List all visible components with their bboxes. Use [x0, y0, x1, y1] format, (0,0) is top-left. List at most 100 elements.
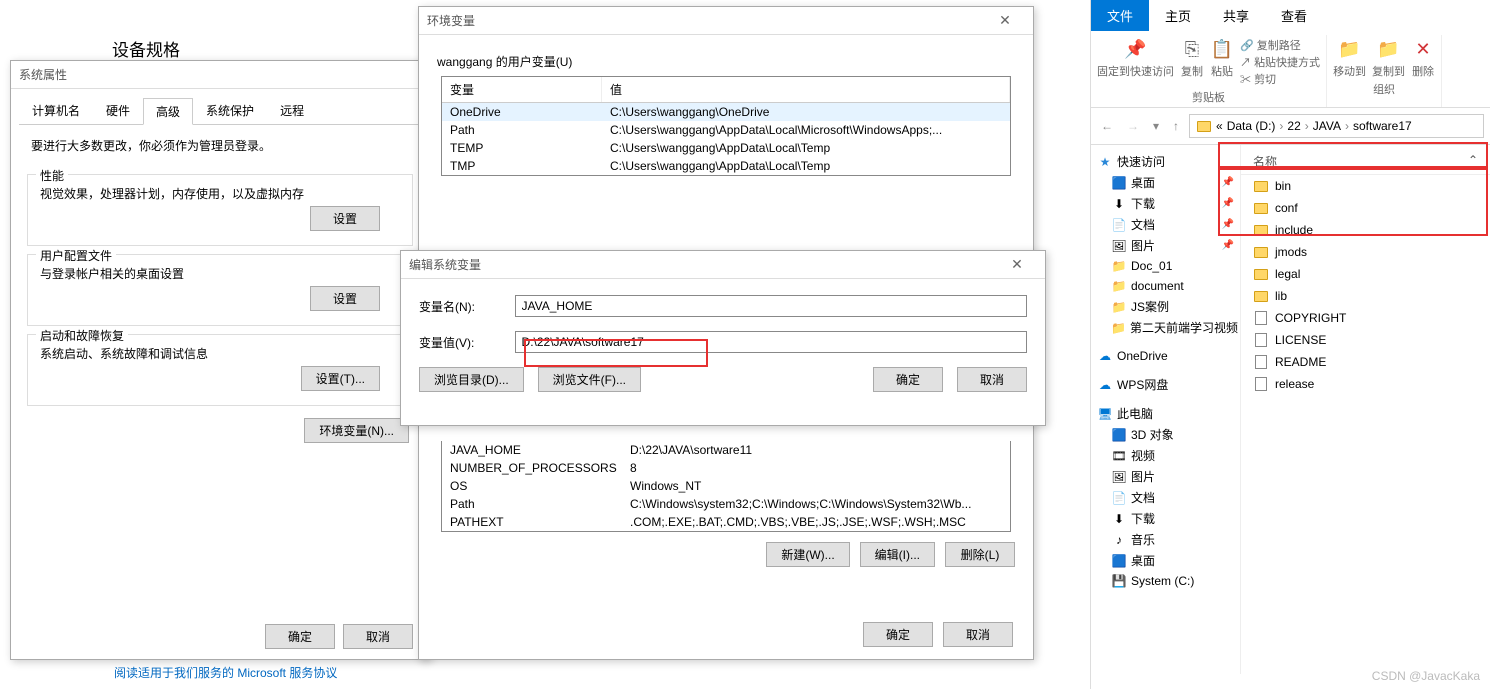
list-item[interactable]: conf	[1241, 197, 1490, 219]
var-name-input[interactable]	[515, 295, 1027, 317]
tree-item[interactable]: ⬇下载	[1093, 508, 1238, 529]
bc-java[interactable]: JAVA	[1313, 119, 1341, 133]
startup-settings-button[interactable]: 设置(T)...	[301, 366, 380, 391]
browse-file-button[interactable]: 浏览文件(F)...	[538, 367, 641, 392]
copy-path-button[interactable]: 🔗 复制路径	[1240, 37, 1320, 53]
move-to-button[interactable]: 📁移动到	[1333, 37, 1366, 79]
bc-22[interactable]: 22	[1287, 119, 1300, 133]
edit-cancel-button[interactable]: 取消	[957, 367, 1027, 392]
tree-item[interactable]: 🖼图片	[1093, 466, 1238, 487]
list-item[interactable]: README	[1241, 351, 1490, 373]
tree-item[interactable]: 📁JS案例	[1093, 296, 1238, 317]
edit-ok-button[interactable]: 确定	[873, 367, 943, 392]
table-row[interactable]: TEMPC:\Users\wanggang\AppData\Local\Temp	[442, 139, 1010, 157]
list-item[interactable]: COPYRIGHT	[1241, 307, 1490, 329]
sysprops-ok-button[interactable]: 确定	[265, 624, 335, 649]
table-row[interactable]: TMPC:\Users\wanggang\AppData\Local\Temp	[442, 157, 1010, 175]
perf-title: 性能	[36, 167, 68, 184]
tree-item[interactable]: 🖼图片📌	[1093, 235, 1238, 256]
list-item[interactable]: release	[1241, 373, 1490, 395]
table-row[interactable]: NUMBER_OF_PROCESSORS8	[442, 459, 1010, 477]
tab-remote[interactable]: 远程	[267, 97, 317, 124]
list-item[interactable]: lib	[1241, 285, 1490, 307]
paste-shortcut-button[interactable]: ↗ 粘贴快捷方式	[1240, 54, 1320, 70]
tree-item[interactable]: 📁document	[1093, 276, 1238, 296]
sysprops-cancel-button[interactable]: 取消	[343, 624, 413, 649]
copy-button[interactable]: ⎘复制	[1180, 37, 1204, 79]
tree-item[interactable]: ♪音乐	[1093, 529, 1238, 550]
onedrive-node[interactable]: ☁OneDrive	[1093, 346, 1238, 366]
system-vars-table[interactable]: JAVA_HOMED:\22\JAVA\sortware11NUMBER_OF_…	[441, 441, 1011, 532]
file-list[interactable]: 名称⌃ binconfincludejmodslegallibCOPYRIGHT…	[1241, 145, 1490, 674]
col-val[interactable]: 值	[602, 77, 1010, 102]
tab-view[interactable]: 查看	[1265, 0, 1323, 31]
list-item[interactable]: include	[1241, 219, 1490, 241]
tree-item[interactable]: ⬇下载📌	[1093, 193, 1238, 214]
user-vars-table[interactable]: 变量 值 OneDriveC:\Users\wanggang\OneDriveP…	[441, 76, 1011, 176]
pin-icon: 📌	[1124, 37, 1148, 61]
profile-settings-button[interactable]: 设置	[310, 286, 380, 311]
wps-node[interactable]: ☁WPS网盘	[1093, 374, 1238, 395]
history-dropdown[interactable]: ▾	[1149, 117, 1163, 135]
tree-item[interactable]: 📁Doc_01	[1093, 256, 1238, 276]
quick-access-node[interactable]: ★快速访问	[1093, 151, 1238, 172]
sysprops-title: 系统属性	[19, 66, 421, 83]
breadcrumb[interactable]: « Data (D:)› 22› JAVA› software17	[1189, 114, 1484, 138]
tab-file[interactable]: 文件	[1091, 0, 1149, 31]
close-icon[interactable]: ✕	[997, 256, 1037, 273]
tree-item[interactable]: 📄文档📌	[1093, 214, 1238, 235]
bc-software17[interactable]: software17	[1353, 119, 1412, 133]
tree-item[interactable]: 📁第二天前端学习视频	[1093, 317, 1238, 338]
tab-computer-name[interactable]: 计算机名	[19, 97, 93, 124]
paste-button[interactable]: 📋粘贴	[1210, 37, 1234, 79]
env-ok-button[interactable]: 确定	[863, 622, 933, 647]
pin-quick-access-button[interactable]: 📌固定到快速访问	[1097, 37, 1174, 79]
tree-item[interactable]: 📄文档	[1093, 487, 1238, 508]
tree-item[interactable]: 🎞视频	[1093, 445, 1238, 466]
close-icon[interactable]: ✕	[985, 12, 1025, 29]
list-item[interactable]: LICENSE	[1241, 329, 1490, 351]
sys-new-button[interactable]: 新建(W)...	[766, 542, 849, 567]
table-row[interactable]: PathC:\Users\wanggang\AppData\Local\Micr…	[442, 121, 1010, 139]
col-var[interactable]: 变量	[442, 77, 602, 102]
col-name[interactable]: 名称	[1253, 153, 1468, 170]
ms-service-agreement-link[interactable]: 阅读适用于我们服务的 Microsoft 服务协议	[114, 664, 337, 681]
sys-edit-button[interactable]: 编辑(I)...	[860, 542, 935, 567]
tab-hardware[interactable]: 硬件	[93, 97, 143, 124]
perf-settings-button[interactable]: 设置	[310, 206, 380, 231]
tab-share[interactable]: 共享	[1207, 0, 1265, 31]
browse-dir-button[interactable]: 浏览目录(D)...	[419, 367, 524, 392]
table-row[interactable]: PATHEXT.COM;.EXE;.BAT;.CMD;.VBS;.VBE;.JS…	[442, 513, 1010, 531]
tab-home[interactable]: 主页	[1149, 0, 1207, 31]
profile-group: 用户配置文件 与登录帐户相关的桌面设置 设置	[27, 254, 413, 326]
back-button[interactable]: ←	[1097, 117, 1117, 135]
copy-to-button[interactable]: 📁复制到	[1372, 37, 1405, 79]
bc-data[interactable]: Data (D:)	[1227, 119, 1276, 133]
delete-button[interactable]: ✕删除	[1411, 37, 1435, 79]
table-row[interactable]: OneDriveC:\Users\wanggang\OneDrive	[442, 103, 1010, 121]
folder-icon: 📁	[1111, 258, 1127, 274]
list-item[interactable]: bin	[1241, 175, 1490, 197]
forward-button[interactable]: →	[1123, 117, 1143, 135]
list-item[interactable]: legal	[1241, 263, 1490, 285]
nav-tree[interactable]: ★快速访问 🟦桌面📌⬇下载📌📄文档📌🖼图片📌📁Doc_01📁document📁J…	[1091, 145, 1241, 674]
tree-item[interactable]: 🟦3D 对象	[1093, 424, 1238, 445]
sys-delete-button[interactable]: 删除(L)	[945, 542, 1015, 567]
env-cancel-button[interactable]: 取消	[943, 622, 1013, 647]
tab-advanced[interactable]: 高级	[143, 98, 193, 125]
this-pc-node[interactable]: 🖥此电脑	[1093, 403, 1238, 424]
sort-indicator[interactable]: ⌃	[1468, 153, 1478, 170]
tree-item[interactable]: 💾System (C:)	[1093, 571, 1238, 591]
var-name: PATHEXT	[450, 515, 630, 529]
var-value-input[interactable]	[515, 331, 1027, 353]
env-vars-button[interactable]: 环境变量(N)...	[304, 418, 409, 443]
tree-item[interactable]: 🟦桌面📌	[1093, 172, 1238, 193]
tab-system-protection[interactable]: 系统保护	[193, 97, 267, 124]
tree-item[interactable]: 🟦桌面	[1093, 550, 1238, 571]
up-button[interactable]: ↑	[1169, 117, 1183, 135]
table-row[interactable]: PathC:\Windows\system32;C:\Windows;C:\Wi…	[442, 495, 1010, 513]
list-item[interactable]: jmods	[1241, 241, 1490, 263]
table-row[interactable]: JAVA_HOMED:\22\JAVA\sortware11	[442, 441, 1010, 459]
table-row[interactable]: OSWindows_NT	[442, 477, 1010, 495]
cut-button[interactable]: ✂ 剪切	[1240, 71, 1320, 87]
